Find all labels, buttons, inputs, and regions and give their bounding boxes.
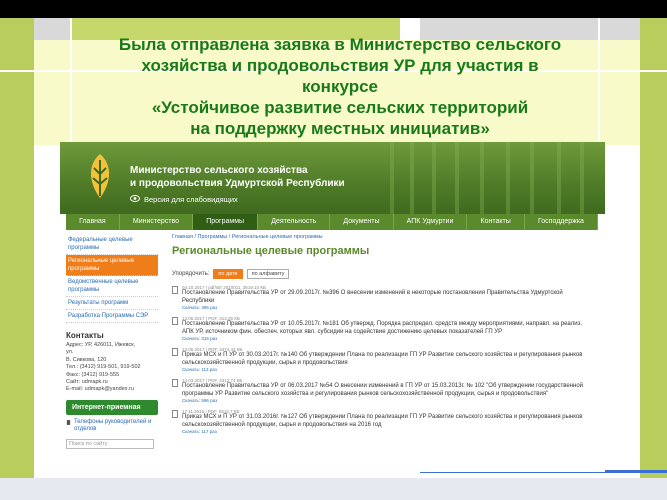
sidebar-item-federal[interactable]: Федеральные целевые программы bbox=[66, 234, 158, 255]
nav-item-documents[interactable]: Документы bbox=[330, 214, 394, 230]
internet-reception-button[interactable]: Интернет-приемная bbox=[66, 399, 158, 415]
sort-label: Упорядочить: bbox=[172, 271, 210, 277]
document-item[interactable]: 17.11.2016 | PDF, 6512.7 КБ Приказ МСХ и… bbox=[172, 409, 592, 434]
breadcrumb[interactable]: Главная / Программы / Региональные целев… bbox=[172, 234, 592, 240]
document-icon bbox=[172, 286, 178, 294]
nav-item-support[interactable]: Господдержка bbox=[525, 214, 599, 230]
document-icon bbox=[172, 317, 178, 325]
document-downloads: Скачать: 396 раз bbox=[182, 305, 218, 310]
main-content: Главная / Программы / Региональные целев… bbox=[172, 234, 592, 472]
document-title[interactable]: Приказ МСХ и П УР от 30.03.2017г. №140 О… bbox=[182, 352, 592, 367]
page-title: Региональные целевые программы bbox=[172, 245, 370, 257]
document-icon bbox=[172, 379, 178, 387]
sidebar-item-regional[interactable]: Региональные целевые программы bbox=[66, 255, 158, 276]
nav-item-ministry[interactable]: Министерство bbox=[120, 214, 194, 230]
nav-item-contacts[interactable]: Контакты bbox=[467, 214, 525, 230]
site-header: Министерство сельского хозяйства и продо… bbox=[60, 142, 605, 214]
document-title[interactable]: Постановление Правительства УР от 29.09.… bbox=[182, 290, 592, 305]
sort-by-alpha-button[interactable]: по алфавиту bbox=[246, 269, 290, 279]
nav-item-programs[interactable]: Программы bbox=[193, 214, 259, 230]
ministry-name[interactable]: Министерство сельского хозяйства и продо… bbox=[130, 164, 345, 190]
nav-item-activity[interactable]: Деятельность bbox=[258, 214, 331, 230]
document-title[interactable]: Приказ МСХ и П УР от 31.03.2016г. №127 О… bbox=[182, 414, 592, 429]
slide-deco-right bbox=[640, 18, 667, 500]
document-item[interactable]: 04.10.2017 | pdf/sttr 2010011, 3619.10 К… bbox=[172, 285, 592, 310]
document-downloads: Скачать: 113 раз bbox=[182, 367, 217, 372]
sidebar-item-ser[interactable]: Разработка Программы СЭР bbox=[66, 310, 158, 323]
low-vision-link[interactable]: Версия для слабовидящих bbox=[144, 195, 238, 204]
slide-deco-left bbox=[0, 18, 34, 500]
document-downloads: Скачать: 596 раз bbox=[182, 398, 218, 403]
document-downloads: Скачать: 117 раз bbox=[182, 429, 217, 434]
document-item[interactable]: 14.03.2017 | PDF, 4312.74 КБ Постановлен… bbox=[172, 378, 592, 403]
document-item[interactable]: 13.06.2017 | PDF, 313.25 КБ Постановлени… bbox=[172, 316, 592, 341]
phones-link-label: Телефоны руководителей и отделов bbox=[73, 418, 152, 432]
document-title[interactable]: Постановление Правительства УР от 06.03.… bbox=[182, 383, 592, 398]
contacts-heading: Контакты bbox=[66, 331, 104, 340]
search-input[interactable]: Поиск по сайту bbox=[66, 438, 154, 449]
sort-bar: Упорядочить: по дате по алфавиту bbox=[172, 269, 592, 279]
document-icon bbox=[172, 410, 178, 418]
document-downloads: Скачать: 315 раз bbox=[182, 336, 218, 341]
document-title[interactable]: Постановление Правительства УР от 10.05.… bbox=[182, 321, 592, 336]
sidebar-item-departmental[interactable]: Ведомственные целевые программы bbox=[66, 276, 158, 297]
nav-item-apk[interactable]: АПК Удмуртии bbox=[394, 214, 468, 230]
sidebar-item-results[interactable]: Результаты программ bbox=[66, 297, 158, 310]
nav-item-home[interactable]: Главная bbox=[66, 214, 120, 230]
slide-title: Была отправлена заявка в Министерство се… bbox=[118, 35, 562, 138]
sidebar: Федеральные целевые программы Региональн… bbox=[66, 234, 158, 472]
ministry-logo-icon[interactable] bbox=[80, 152, 120, 200]
eye-icon bbox=[130, 195, 140, 202]
contacts-text: Адрес: УР, 426011, Ижевск, ул. В. Сивков… bbox=[66, 342, 141, 393]
sort-by-date-button[interactable]: по дате bbox=[213, 269, 243, 279]
slide-bottom-band bbox=[0, 478, 667, 500]
document-item[interactable]: 13.06.2017 | PDF, 3474.44 КБ Приказ МСХ … bbox=[172, 347, 592, 372]
phone-icon bbox=[66, 419, 71, 425]
slide-top-bar bbox=[0, 0, 667, 18]
main-nav: Главная Министерство Программы Деятельно… bbox=[66, 214, 599, 230]
phones-link[interactable]: Телефоны руководителей и отделов bbox=[66, 419, 158, 433]
document-icon bbox=[172, 348, 178, 356]
website-screenshot: Министерство сельского хозяйства и продо… bbox=[60, 142, 605, 472]
